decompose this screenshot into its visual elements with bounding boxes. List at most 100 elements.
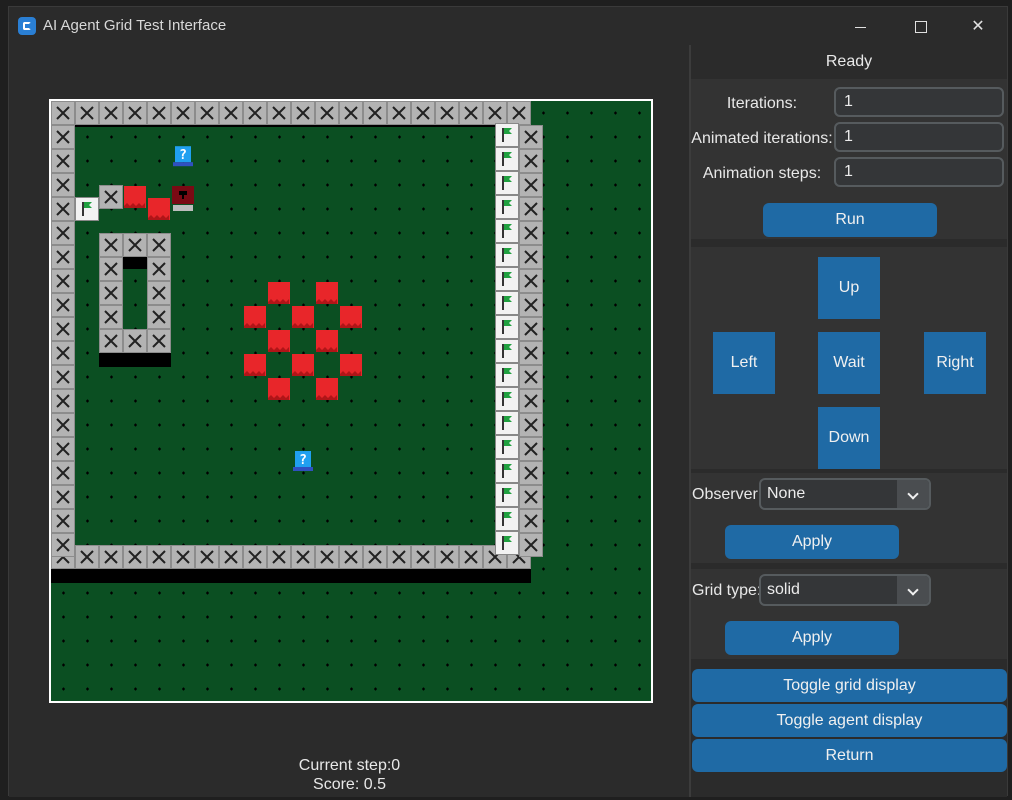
wall-tile [218, 544, 244, 570]
wall-tile [434, 544, 460, 570]
wall-tile [518, 196, 544, 222]
wall-tile [51, 101, 76, 126]
wall-tile [51, 484, 76, 510]
wall-tile [98, 280, 124, 306]
wall-shadow [99, 353, 171, 367]
chevron-down-icon[interactable] [897, 576, 929, 604]
wall-tile [410, 101, 436, 126]
close-button[interactable]: ✕ [955, 13, 1001, 41]
wall-tile [194, 101, 220, 126]
toggle-agent-display-button[interactable]: Toggle agent display [692, 704, 1007, 737]
up-button[interactable]: Up [818, 257, 880, 319]
wall-tile [518, 220, 544, 246]
wall-tile [518, 316, 544, 342]
grid-type-select-value: solid [767, 581, 800, 598]
left-button[interactable]: Left [713, 332, 775, 394]
wall-tile [98, 101, 124, 126]
wall-tile [51, 148, 76, 174]
goal-flag-tile [494, 386, 520, 412]
animation-steps-input[interactable]: 1 [834, 157, 1004, 187]
wall-tile [170, 544, 196, 570]
wall-tile [338, 101, 364, 126]
lava-tile [148, 198, 170, 220]
wall-tile [146, 328, 172, 354]
wall-tile [266, 101, 292, 126]
lava-tile [268, 282, 290, 304]
goal-flag-tile [74, 196, 100, 222]
wall-shadow [51, 569, 531, 583]
wall-tile [170, 101, 196, 126]
wall-tile [98, 232, 124, 258]
observer-select[interactable]: None [759, 478, 931, 510]
grid-type-select[interactable]: solid [759, 574, 931, 606]
wall-tile [51, 196, 76, 222]
return-button[interactable]: Return [692, 739, 1007, 772]
goal-flag-tile [494, 290, 520, 316]
goal-flag-tile [494, 266, 520, 292]
grid-type-apply-button[interactable]: Apply [725, 621, 899, 655]
title-bar: AI Agent Grid Test Interface ✕ [9, 7, 1007, 45]
grid-type-label: Grid type: [692, 582, 762, 599]
wall-tile [98, 304, 124, 330]
chevron-down-icon[interactable] [897, 480, 929, 508]
wall-tile [51, 340, 76, 366]
wall-tile [362, 101, 388, 126]
minimize-button[interactable] [837, 13, 883, 41]
wall-tile [314, 544, 340, 570]
wall-tile [266, 544, 292, 570]
wall-tile [146, 544, 172, 570]
wall-tile [122, 328, 148, 354]
lava-tile [268, 378, 290, 400]
goal-flag-tile [494, 146, 520, 172]
wall-tile [518, 340, 544, 366]
goal-flag-tile [494, 170, 520, 196]
wall-tile [518, 268, 544, 294]
observer-select-value: None [767, 485, 806, 502]
observer-apply-button[interactable]: Apply [725, 525, 899, 559]
toggle-grid-display-button[interactable]: Toggle grid display [692, 669, 1007, 702]
wait-button[interactable]: Wait [818, 332, 880, 394]
wall-tile [51, 220, 76, 246]
wall-tile [362, 544, 388, 570]
wall-tile [122, 101, 148, 126]
wall-tile [51, 364, 76, 390]
wall-tile [98, 328, 124, 354]
lava-tile [244, 354, 266, 376]
wall-tile [51, 460, 76, 486]
goal-flag-tile [494, 362, 520, 388]
wall-tile [122, 544, 148, 570]
wall-tile [314, 101, 340, 126]
app-icon [18, 17, 36, 35]
wall-tile [98, 184, 124, 210]
wall-tile [482, 101, 508, 126]
wall-tile [74, 101, 100, 126]
goal-flag-tile [494, 314, 520, 340]
lava-tile [316, 330, 338, 352]
wall-tile [518, 172, 544, 198]
wall-tile [518, 292, 544, 318]
iterations-input[interactable]: 1 [834, 87, 1004, 117]
wall-tile [218, 101, 244, 126]
animated-iterations-input[interactable]: 1 [834, 122, 1004, 152]
wall-tile [51, 172, 76, 198]
wall-tile [506, 101, 532, 126]
maximize-button[interactable] [897, 13, 943, 41]
lava-tile [292, 354, 314, 376]
wall-tile [98, 256, 124, 282]
app-window: AI Agent Grid Test Interface ✕ Current s… [8, 6, 1008, 797]
wall-tile [410, 544, 436, 570]
wall-tile [518, 484, 544, 510]
animated-iterations-label: Animated iterations: [691, 130, 833, 147]
run-button[interactable]: Run [763, 203, 937, 237]
grid-svg: ? [51, 101, 651, 701]
down-button[interactable]: Down [818, 407, 880, 469]
wall-tile [518, 244, 544, 270]
goal-flag-tile [494, 410, 520, 436]
right-button[interactable]: Right [924, 332, 986, 394]
wall-tile [434, 101, 460, 126]
goal-flag-tile [494, 458, 520, 484]
animation-steps-label: Animation steps: [702, 165, 822, 182]
score-label: Score: 0.5 [313, 776, 386, 793]
goal-flag-tile [494, 218, 520, 244]
goal-flag-tile [494, 122, 520, 148]
